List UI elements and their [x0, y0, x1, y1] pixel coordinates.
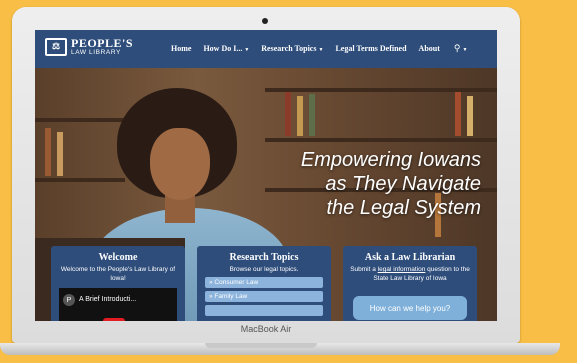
site-logo[interactable]: ⚖ PEOPLE'S LAW LIBRARY: [45, 37, 133, 57]
nav-legal-terms-label: Legal Terms Defined: [335, 44, 407, 53]
ask-librarian-card: Ask a Law Librarian Submit a legal infor…: [343, 246, 477, 321]
nav-home[interactable]: Home: [171, 44, 191, 53]
logo-line1: PEOPLE'S: [71, 36, 134, 50]
ask-text-pre: Submit a: [350, 266, 378, 273]
laptop-screen: ⚖ PEOPLE'S LAW LIBRARY Home How Do I... ▼…: [35, 30, 497, 321]
topic-family-law[interactable]: » Family Law: [205, 291, 323, 302]
bookshelf: [265, 88, 497, 92]
chevron-down-icon: ▼: [318, 48, 324, 53]
device-label: MacBook Air: [240, 324, 292, 334]
research-topics-card: Research Topics Browse our legal topics.…: [197, 246, 331, 321]
ask-text: Submit a legal information question to t…: [349, 265, 471, 283]
book: [285, 92, 291, 136]
nav-about-label: About: [418, 44, 440, 53]
nav-how-do-i-label: How Do I...: [203, 44, 243, 53]
nav-research-topics-label: Research Topics: [261, 44, 317, 53]
main-nav: Home How Do I... ▼ Research Topics ▼ Legal…: [171, 43, 467, 54]
ask-title: Ask a Law Librarian: [364, 252, 456, 263]
camera: [262, 18, 268, 24]
topic-consumer-law[interactable]: » Consumer Law: [205, 277, 323, 288]
hero-headline: Empowering Iowans as They Navigate the L…: [301, 148, 481, 220]
welcome-card: Welcome Welcome to the People's Law Libr…: [51, 246, 185, 321]
bookshelf: [35, 178, 125, 182]
book: [455, 92, 461, 136]
welcome-text: Welcome to the People's Law Library of I…: [60, 266, 176, 282]
welcome-title: Welcome: [98, 252, 138, 263]
hero-line1: Empowering Iowans: [300, 149, 481, 171]
book: [467, 96, 473, 136]
nav-legal-terms[interactable]: Legal Terms Defined: [335, 44, 406, 53]
research-title: Research Topics: [229, 252, 299, 263]
video-avatar: P: [63, 294, 75, 306]
video-title[interactable]: A Brief Introducti...: [79, 296, 136, 303]
laptop-notch: [205, 343, 317, 348]
book: [57, 132, 63, 176]
bookshelf: [35, 118, 125, 122]
book: [309, 94, 315, 136]
hero-line3: the Legal System: [326, 197, 481, 219]
chevron-down-icon: ▼: [244, 48, 250, 53]
nav-how-do-i[interactable]: How Do I... ▼: [203, 44, 249, 53]
ask-question-input[interactable]: How can we help you?: [353, 296, 467, 320]
bookshelf: [265, 138, 497, 142]
book: [297, 96, 303, 136]
site-header: ⚖ PEOPLE'S LAW LIBRARY Home How Do I... ▼…: [35, 30, 497, 68]
intro-video[interactable]: P A Brief Introducti...: [59, 288, 177, 321]
topic-more[interactable]: [205, 305, 323, 316]
book: [45, 128, 51, 176]
legal-information-link[interactable]: legal information: [378, 266, 426, 273]
hero-line2: as They Navigate: [325, 173, 481, 195]
logo-text: PEOPLE'S LAW LIBRARY: [71, 37, 133, 57]
nav-research-topics[interactable]: Research Topics ▼: [261, 44, 323, 53]
scales-logo-icon: ⚖: [45, 37, 67, 56]
search-icon[interactable]: ⚲ ▼: [454, 43, 468, 54]
play-icon[interactable]: [103, 318, 125, 321]
person-face: [150, 128, 210, 200]
nav-about[interactable]: About: [419, 44, 440, 53]
nav-home-label: Home: [171, 44, 192, 53]
chevron-down-icon: ▼: [462, 47, 468, 53]
logo-line2: LAW LIBRARY: [71, 49, 121, 56]
research-text: Browse our legal topics.: [229, 266, 299, 273]
